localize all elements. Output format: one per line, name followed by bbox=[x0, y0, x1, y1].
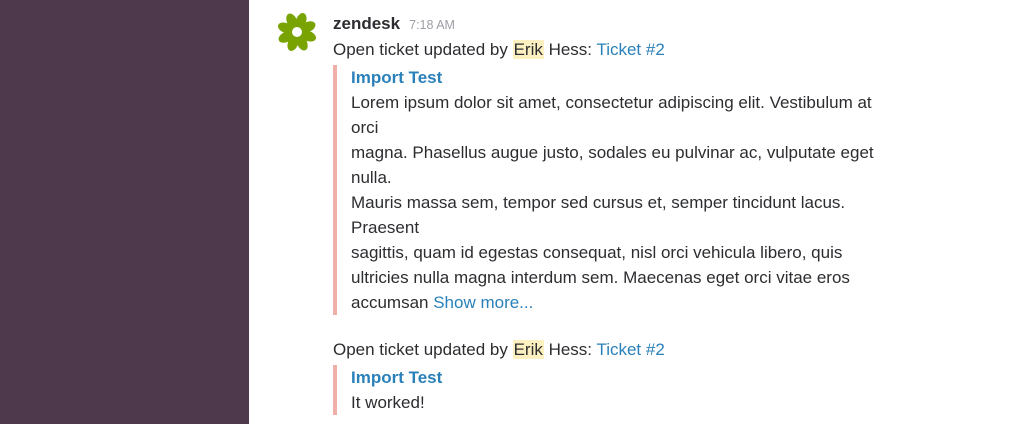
body-line: Lorem ipsum dolor sit amet, consectetur … bbox=[351, 93, 872, 112]
highlighted-name: Erik bbox=[512, 340, 544, 359]
attachment-2: Import Test It worked! bbox=[333, 365, 911, 415]
body-line: nulla. bbox=[351, 168, 392, 187]
body-line: ultricies nulla magna interdum sem. Maec… bbox=[351, 268, 850, 287]
ticket-link[interactable]: Ticket #2 bbox=[596, 340, 664, 359]
update-text-2: Open ticket updated by Erik Hess: Ticket… bbox=[333, 337, 665, 362]
update-suffix: Hess: bbox=[543, 40, 597, 59]
sidebar bbox=[0, 0, 249, 424]
update-prefix: Open ticket updated by bbox=[333, 340, 513, 359]
body-line: orci bbox=[351, 118, 379, 137]
highlighted-name: Erik bbox=[512, 40, 544, 59]
show-more-link[interactable]: Show more... bbox=[433, 293, 533, 312]
attachment-title[interactable]: Import Test bbox=[351, 365, 911, 390]
attachment-body: Lorem ipsum dolor sit amet, consectetur … bbox=[351, 90, 911, 315]
attachment-1: Import Test Lorem ipsum dolor sit amet, … bbox=[333, 65, 911, 315]
update-suffix: Hess: bbox=[543, 340, 597, 359]
body-line: Mauris massa sem, tempor sed cursus et, … bbox=[351, 193, 846, 212]
attachment-title[interactable]: Import Test bbox=[351, 65, 911, 90]
body-line: magna. Phasellus augue justo, sodales eu… bbox=[351, 143, 874, 162]
attachment-body: It worked! bbox=[351, 393, 425, 412]
update-prefix: Open ticket updated by bbox=[333, 40, 513, 59]
body-line: sagittis, quam id egestas consequat, nis… bbox=[351, 243, 843, 262]
update-text-1: Open ticket updated by Erik Hess: Ticket… bbox=[333, 37, 665, 62]
body-last-text: accumsan bbox=[351, 293, 434, 312]
timestamp[interactable]: 7:18 AM bbox=[409, 18, 455, 32]
ticket-link[interactable]: Ticket #2 bbox=[596, 40, 664, 59]
body-line: Praesent bbox=[351, 218, 420, 237]
message-pane: zendesk 7:18 AM Open ticket updated by E… bbox=[249, 0, 1024, 424]
zendesk-logo-icon[interactable] bbox=[276, 11, 318, 53]
sender-name[interactable]: zendesk bbox=[333, 14, 400, 34]
body-line-last: accumsan Show more... bbox=[351, 290, 911, 315]
message-header: zendesk 7:18 AM bbox=[333, 14, 455, 36]
